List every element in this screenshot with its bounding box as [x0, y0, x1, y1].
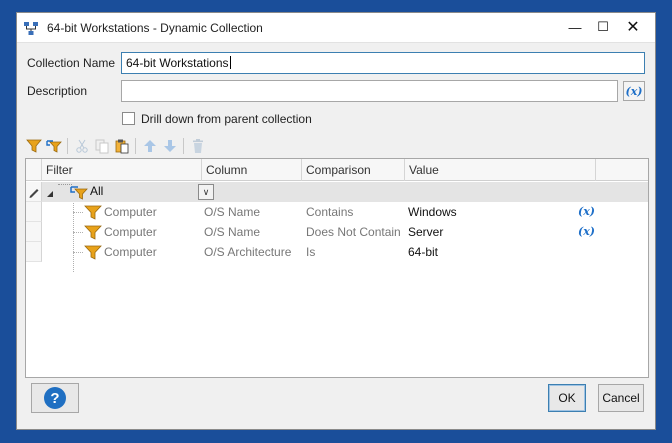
description-variable-button[interactable]: (x) — [623, 81, 645, 101]
row-selector[interactable] — [26, 202, 42, 222]
column-header-filter[interactable]: Filter — [42, 159, 202, 181]
edit-pencil-icon — [29, 189, 39, 198]
filter-table-cell: Computer — [104, 205, 157, 219]
filter-value-cell[interactable]: Windows — [408, 202, 457, 222]
minimize-button[interactable]: — — [561, 15, 589, 39]
filter-comparison-cell: Contains — [306, 205, 354, 219]
filter-table-cell: Computer — [104, 225, 157, 239]
group-operator-value: All — [90, 184, 104, 198]
help-icon: ? — [44, 387, 66, 409]
drill-down-checkbox[interactable] — [122, 112, 135, 125]
collection-name-label: Collection Name — [27, 56, 116, 70]
add-filter-group-icon[interactable] — [45, 137, 63, 155]
paste-icon[interactable] — [113, 137, 131, 155]
drill-down-label: Drill down from parent collection — [141, 112, 312, 126]
filter-icon — [84, 223, 102, 241]
close-button[interactable]: ✕ — [619, 15, 647, 39]
filter-group-row[interactable]: All ∨ — [42, 182, 648, 202]
cut-icon[interactable] — [73, 137, 91, 155]
column-header-comparison[interactable]: Comparison — [302, 159, 405, 181]
move-up-icon[interactable] — [141, 137, 159, 155]
filter-condition-row[interactable]: Computer O/S Name Does Not Contain Serve… — [42, 222, 648, 242]
filter-grid: Filter Column Comparison Value All ∨ Com… — [25, 158, 649, 378]
collapse-triangle-icon[interactable] — [46, 187, 54, 197]
filter-icon — [84, 203, 102, 221]
collection-name-value: 64-bit Workstations — [126, 56, 229, 70]
filter-condition-row[interactable]: Computer O/S Architecture Is 64-bit — [42, 242, 648, 262]
help-button[interactable]: ? — [31, 383, 79, 413]
filter-value-cell[interactable]: Server — [408, 222, 443, 242]
variable-icon[interactable]: (x) — [578, 205, 595, 218]
filter-comparison-cell: Does Not Contain — [306, 225, 401, 239]
copy-icon[interactable] — [93, 137, 111, 155]
ok-button[interactable]: OK — [548, 384, 586, 412]
filter-comparison-cell: Is — [306, 245, 316, 259]
filter-table-cell: Computer — [104, 245, 157, 259]
row-selector-header — [26, 159, 42, 181]
group-operator-dropdown[interactable]: All ∨ — [88, 183, 216, 201]
move-down-icon[interactable] — [161, 137, 179, 155]
filter-group-icon — [70, 183, 88, 201]
chevron-down-icon[interactable]: ∨ — [198, 184, 214, 200]
row-selector[interactable] — [26, 242, 42, 262]
collection-name-input[interactable]: 64-bit Workstations — [121, 52, 645, 74]
filter-column-cell: O/S Name — [204, 205, 261, 219]
description-label: Description — [27, 84, 88, 98]
delete-icon[interactable] — [189, 137, 207, 155]
title-bar: 64-bit Workstations - Dynamic Collection… — [17, 13, 655, 43]
filter-column-cell: O/S Architecture — [204, 245, 292, 259]
dynamic-collection-dialog: 64-bit Workstations - Dynamic Collection… — [16, 12, 656, 430]
column-header-column[interactable]: Column — [202, 159, 302, 181]
row-selector[interactable] — [26, 182, 42, 202]
collection-network-icon — [23, 21, 39, 37]
cancel-button[interactable]: Cancel — [598, 384, 644, 412]
variable-icon[interactable]: (x) — [578, 225, 595, 238]
row-selector[interactable] — [26, 222, 42, 242]
filter-icon — [84, 243, 102, 261]
filter-toolbar — [23, 135, 649, 157]
grid-header: Filter Column Comparison Value — [26, 159, 648, 181]
window-title: 64-bit Workstations - Dynamic Collection — [47, 21, 263, 35]
description-input[interactable] — [121, 80, 618, 102]
filter-condition-row[interactable]: Computer O/S Name Contains Windows (x) — [42, 202, 648, 222]
column-header-value[interactable]: Value — [405, 159, 596, 181]
maximize-button[interactable]: ☐ — [589, 15, 617, 39]
filter-value-cell[interactable]: 64-bit — [408, 242, 438, 262]
add-filter-icon[interactable] — [25, 137, 43, 155]
filter-column-cell: O/S Name — [204, 225, 261, 239]
